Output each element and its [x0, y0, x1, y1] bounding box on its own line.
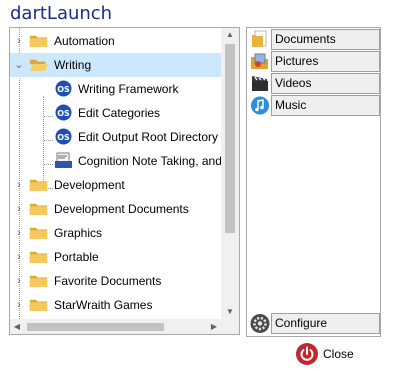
tree-item-favorite-documents[interactable]: › Favorite Documents: [10, 269, 221, 293]
folder-icon: [29, 227, 48, 239]
documents-button[interactable]: Documents: [249, 29, 380, 50]
folder-icon: [29, 203, 48, 215]
tree-item-label: Automation: [54, 34, 115, 48]
tree-item-graphics[interactable]: › Graphics: [10, 221, 221, 245]
tree-item-writing-framework[interactable]: OS Writing Framework: [10, 77, 221, 101]
tree-item-development[interactable]: › Development: [10, 173, 221, 197]
videos-button[interactable]: Videos: [249, 73, 380, 94]
documents-icon: [249, 29, 271, 50]
music-button[interactable]: Music: [249, 95, 380, 116]
folder-icon: [29, 251, 48, 263]
folder-icon: [29, 35, 48, 47]
pictures-label: Pictures: [271, 51, 380, 72]
tree-item-label: Favorite Documents: [54, 274, 162, 288]
vertical-scroll-thumb[interactable]: [225, 44, 235, 233]
chevron-right-icon[interactable]: ›: [14, 251, 24, 263]
chevron-right-icon[interactable]: ›: [14, 203, 24, 215]
tree-item-development-documents[interactable]: › Development Documents: [10, 197, 221, 221]
folder-icon: [29, 275, 48, 287]
tree-item-writing[interactable]: ⌄ Writing: [10, 53, 221, 77]
horizontal-scroll-thumb[interactable]: [27, 323, 164, 331]
tree-list: › Automation ⌄ Writing OS Writing Framew…: [10, 28, 221, 319]
shortcuts-panel: Documents Pictures Videos Music Configur…: [246, 27, 381, 337]
tree-item-starwraith-games[interactable]: › StarWraith Games: [10, 293, 221, 317]
chevron-down-icon[interactable]: ⌄: [14, 59, 24, 71]
tree-horizontal-scrollbar[interactable]: ◀ ▶: [10, 319, 221, 334]
tree-item-automation[interactable]: › Automation: [10, 29, 221, 53]
folder-icon: [29, 179, 48, 191]
tree-item-label: Writing: [54, 58, 92, 72]
svg-text:OS: OS: [57, 85, 70, 94]
scroll-left-arrow-icon[interactable]: ◀: [10, 319, 24, 334]
tree-item-portable[interactable]: › Portable: [10, 245, 221, 269]
scroll-up-arrow-icon[interactable]: ▲: [221, 28, 239, 42]
tree-item-label: Development: [54, 178, 125, 192]
videos-icon: [249, 73, 271, 94]
close-button[interactable]: Close: [296, 342, 354, 366]
chevron-right-icon[interactable]: ›: [14, 35, 24, 47]
chevron-right-icon[interactable]: ›: [14, 227, 24, 239]
power-icon: [296, 343, 318, 365]
music-icon: [249, 95, 271, 116]
app-os-icon: OS: [55, 80, 72, 97]
chevron-right-icon[interactable]: ›: [14, 275, 24, 287]
folder-open-icon: [29, 59, 48, 71]
tree-item-cognition-note-taking[interactable]: Cognition Note Taking, and D: [10, 149, 221, 173]
tree-item-label: Edit Output Root Directory: [78, 130, 219, 144]
tree-item-edit-categories[interactable]: OS Edit Categories: [10, 101, 221, 125]
app-title: dartLaunch: [10, 3, 113, 24]
app-cue-icon: [55, 152, 72, 168]
pictures-button[interactable]: Pictures: [249, 51, 380, 72]
scrollbar-corner: [221, 319, 239, 334]
tree-item-label: Portable: [54, 250, 99, 264]
scroll-down-arrow-icon[interactable]: ▼: [221, 305, 239, 319]
tree-item-label: Writing Framework: [78, 82, 179, 96]
chevron-right-icon[interactable]: ›: [14, 299, 24, 311]
svg-text:OS: OS: [57, 109, 70, 118]
pictures-icon: [249, 51, 271, 72]
tree-item-edit-output-root-directory[interactable]: OS Edit Output Root Directory: [10, 125, 221, 149]
close-label: Close: [323, 347, 354, 361]
tree-item-label: Graphics: [54, 226, 103, 240]
tree-item-label: Development Documents: [54, 202, 189, 216]
tree-item-label: Cognition Note Taking, and D: [78, 154, 221, 168]
scroll-right-arrow-icon[interactable]: ▶: [207, 319, 221, 334]
tree-item-label: Edit Categories: [78, 106, 161, 120]
configure-label: Configure: [271, 313, 380, 334]
folder-icon: [29, 299, 48, 311]
music-label: Music: [271, 95, 380, 116]
tree-vertical-scrollbar[interactable]: ▲ ▼: [221, 28, 239, 319]
svg-text:OS: OS: [57, 133, 70, 142]
documents-label: Documents: [271, 29, 380, 50]
videos-label: Videos: [271, 73, 380, 94]
gear-icon: [249, 313, 271, 334]
app-os-icon: OS: [55, 104, 72, 121]
configure-button[interactable]: Configure: [249, 313, 380, 334]
chevron-right-icon[interactable]: ›: [14, 179, 24, 191]
app-os-icon: OS: [55, 128, 72, 145]
category-tree[interactable]: › Automation ⌄ Writing OS Writing Framew…: [9, 27, 240, 335]
tree-item-label: StarWraith Games: [54, 298, 153, 312]
